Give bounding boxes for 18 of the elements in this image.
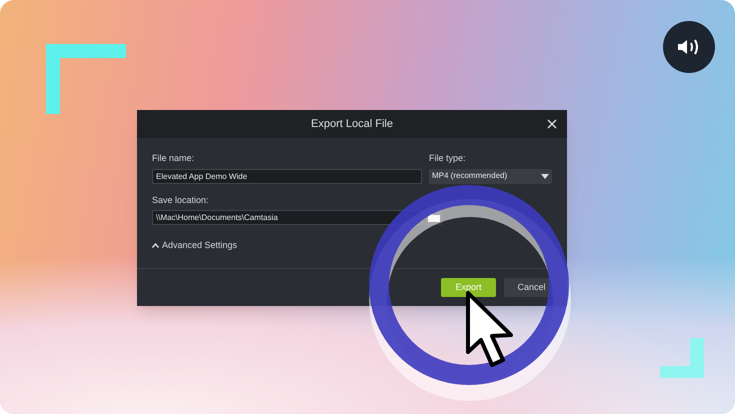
file-type-dropdown[interactable]: MP4 (recommended)	[429, 168, 552, 184]
field-label: File name:	[152, 152, 196, 165]
save-location-field[interactable]: \\Mac\Home\Documents\Camtasia	[152, 210, 422, 225]
chevron-icon	[152, 243, 159, 248]
sound-button[interactable]	[663, 21, 715, 73]
close-button[interactable]	[545, 117, 559, 131]
field-label: Save location:	[152, 194, 210, 206]
speaker-icon	[677, 37, 701, 57]
dropdown-value: MP4 (recommended)	[432, 170, 508, 182]
advanced-settings-toggle[interactable]: Advanced Settings	[152, 239, 238, 252]
caret-icon	[541, 174, 549, 178]
folder-icon	[428, 213, 440, 222]
corner-bracket-icon	[46, 44, 126, 114]
corner-bracket-icon	[660, 338, 704, 378]
dialog-title: Export Local File	[311, 116, 393, 132]
file-name-field[interactable]: Elevated App Demo Wide	[152, 168, 422, 184]
close-icon	[547, 119, 557, 129]
field-label: File type:	[429, 152, 467, 165]
